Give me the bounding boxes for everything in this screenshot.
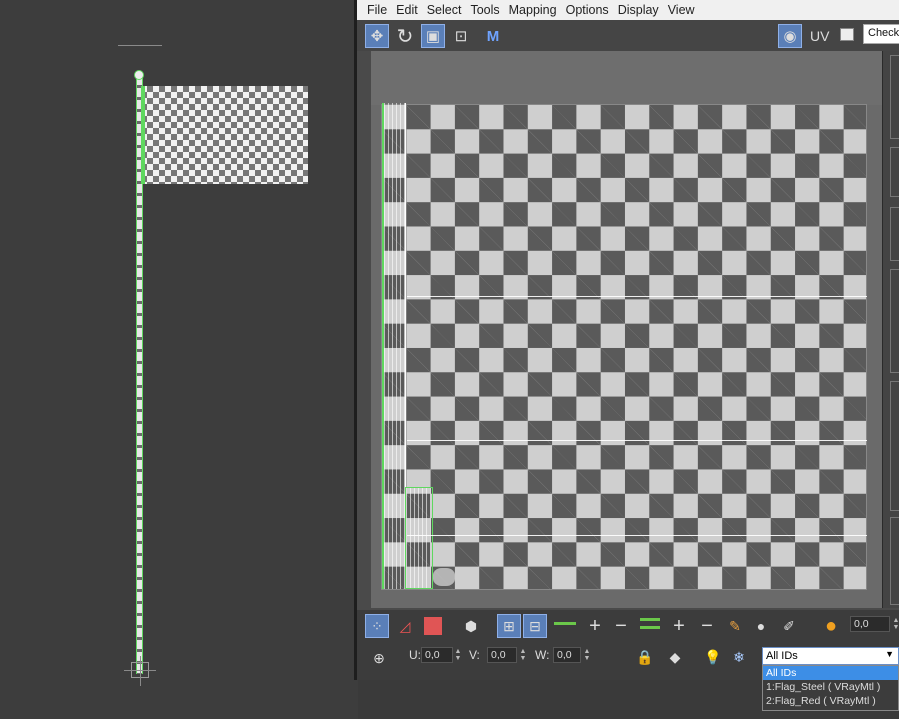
face-mode-icon[interactable] [421, 614, 445, 638]
ring-grow-icon[interactable] [554, 622, 576, 625]
rollout-box [890, 207, 899, 261]
rollout-box [890, 517, 899, 605]
menu-display[interactable]: Display [609, 3, 659, 17]
freeform-icon[interactable]: ⊡ [449, 24, 473, 48]
freeze-icon[interactable]: ❄ [727, 645, 751, 669]
move-icon[interactable]: ✥ [365, 24, 389, 48]
material-id-selected: All IDs [766, 650, 798, 662]
soft-select-spinner[interactable]: ▲ ▼ [892, 617, 899, 631]
menu-tools[interactable]: Tools [461, 3, 499, 17]
rollout-box [890, 269, 899, 373]
vertex-mode-icon[interactable]: ⁘ [365, 614, 389, 638]
flag-selected-edge [141, 86, 145, 184]
rotate-icon[interactable]: ↻ [393, 24, 417, 48]
material-id-option[interactable]: All IDs [763, 666, 898, 680]
loop-grow-icon-2 [640, 626, 660, 629]
brush-grow-icon[interactable]: ● [749, 614, 773, 638]
hide-icon[interactable]: ◆ [663, 645, 687, 669]
w-value-field[interactable]: 0,0 [553, 647, 581, 663]
paint-select-icon[interactable]: ✎ [723, 614, 747, 638]
right-rollout-panel [882, 51, 899, 608]
soft-select-icon[interactable]: ● [819, 614, 843, 638]
menu-bar: File Edit Select Tools Mapping Options D… [357, 0, 899, 20]
uv-edge [407, 296, 867, 297]
flag-pole-top [134, 70, 144, 80]
rollout-box [890, 147, 899, 197]
uv-shell-cap[interactable] [433, 568, 455, 586]
shrink-selection-icon[interactable]: ⊟ [523, 614, 547, 638]
v-value-field[interactable]: 0,0 [487, 647, 517, 663]
menu-view[interactable]: View [659, 3, 695, 17]
v-spinner[interactable]: ▲ ▼ [519, 648, 527, 662]
loop-grow-icon[interactable] [640, 618, 660, 621]
light-icon[interactable]: 💡 [701, 645, 725, 669]
flag-mesh[interactable] [141, 86, 308, 184]
map-select[interactable]: Checker [863, 24, 899, 44]
menu-edit[interactable]: Edit [387, 3, 418, 17]
uv-shell-pole[interactable] [382, 103, 406, 589]
absolute-relative-icon[interactable]: ⊕ [367, 646, 391, 670]
pivot-crosshair-v [140, 656, 141, 686]
loop-plus-icon[interactable]: + [667, 614, 691, 638]
checker-icon[interactable]: ◉ [778, 24, 802, 48]
lock-icon[interactable]: 🔒 [633, 645, 657, 669]
menu-mapping[interactable]: Mapping [500, 3, 557, 17]
uv-shell-base[interactable] [405, 487, 433, 589]
v-label: V: [469, 648, 480, 662]
u-spinner[interactable]: ▲ ▼ [454, 648, 462, 662]
grow-selection-icon[interactable]: ⊞ [497, 614, 521, 638]
chevron-down-icon: ▼ [885, 649, 894, 659]
menu-options[interactable]: Options [557, 3, 609, 17]
u-value-field[interactable]: 0,0 [421, 647, 453, 663]
ring-plus-icon[interactable]: + [583, 614, 607, 638]
uv-edge [407, 440, 867, 441]
edge-mode-icon[interactable]: ◿ [393, 614, 417, 638]
ring-minus-icon[interactable]: − [609, 614, 633, 638]
menu-select[interactable]: Select [418, 3, 462, 17]
list-icon[interactable] [840, 28, 854, 41]
menu-file[interactable]: File [357, 3, 387, 17]
rollout-box [890, 381, 899, 511]
u-label: U: [409, 648, 421, 662]
loop-minus-icon[interactable]: − [695, 614, 719, 638]
material-id-dropdown-list: All IDs 1:Flag_Steel ( VRayMtl ) 2:Flag_… [762, 665, 899, 711]
uv-editor-window: File Edit Select Tools Mapping Options D… [354, 0, 899, 680]
uv-canvas-margin [371, 51, 882, 105]
w-label: W: [535, 648, 550, 662]
checker-texture-grid[interactable] [381, 104, 867, 590]
material-id-select[interactable]: All IDs ▼ [762, 647, 899, 665]
soft-select-value[interactable]: 0,0 [850, 616, 890, 632]
mirror-icon[interactable]: M [481, 24, 505, 48]
uv-edge [407, 535, 867, 536]
viewport-guide-line [118, 45, 162, 46]
brush-shrink-icon[interactable]: ✐ [777, 614, 801, 638]
material-id-option[interactable]: 2:Flag_Red ( VRayMtl ) [763, 694, 898, 708]
material-id-option[interactable]: 1:Flag_Steel ( VRayMtl ) [763, 680, 898, 694]
scale-icon[interactable]: ▣ [421, 24, 445, 48]
w-spinner[interactable]: ▲ ▼ [583, 648, 591, 662]
3d-viewport[interactable] [0, 0, 358, 719]
element-mode-icon[interactable]: ⬢ [459, 614, 483, 638]
uv-channel-label: UV [810, 28, 830, 44]
rollout-box [890, 55, 899, 139]
